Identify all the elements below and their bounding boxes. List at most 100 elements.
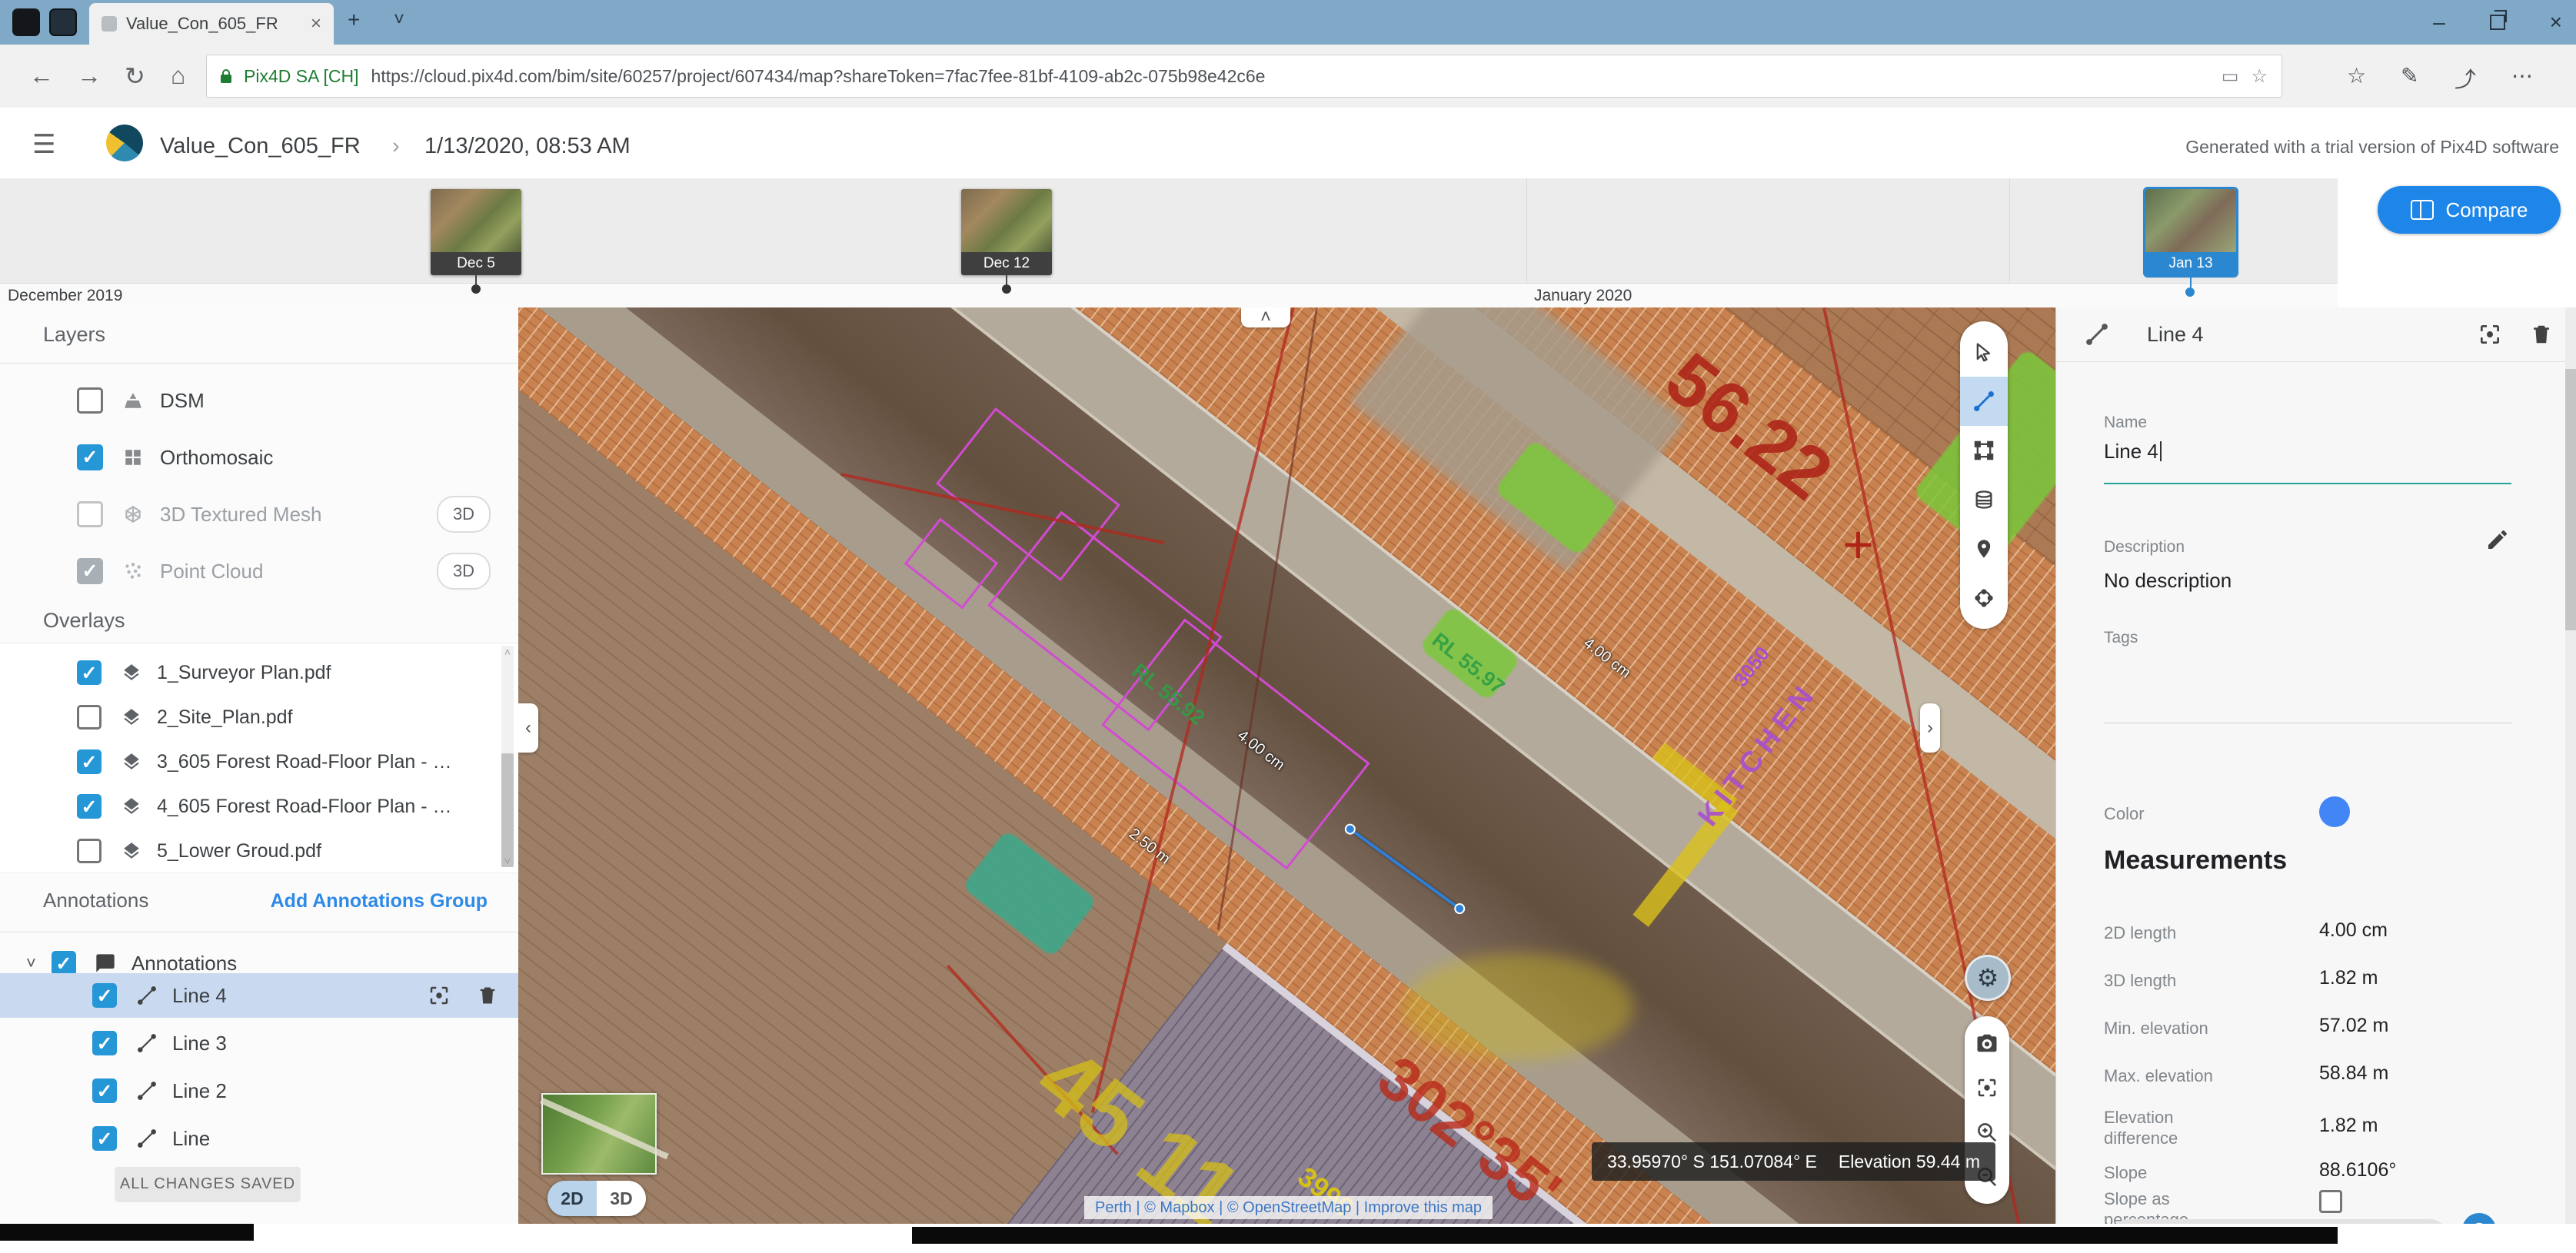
new-tab-button[interactable]: + <box>348 9 360 31</box>
refresh-icon[interactable]: ↻ <box>125 61 145 91</box>
project-breadcrumb[interactable]: Value_Con_605_FR <box>160 134 361 159</box>
edit-pencil-icon[interactable] <box>2485 527 2510 552</box>
url-text[interactable]: https://cloud.pix4d.com/bim/site/60257/p… <box>371 66 2209 87</box>
annotation-checkbox[interactable] <box>92 1126 117 1151</box>
line-tool[interactable] <box>1960 377 2008 426</box>
overlay-row[interactable]: 4_605 Forest Road-Floor Plan - IRAG... <box>0 785 492 828</box>
annotate-pen-icon[interactable]: ✎ <box>2401 63 2418 88</box>
restore-button[interactable] <box>2490 15 2505 30</box>
tab-list-icon[interactable]: ˅ <box>394 11 404 29</box>
trash-icon[interactable] <box>477 985 498 1006</box>
hamburger-menu-icon[interactable]: ☰ <box>32 129 55 160</box>
collapse-sidebar-button[interactable]: ‹ <box>518 703 538 753</box>
collapse-timeline-button[interactable]: ˄ <box>1241 307 1290 327</box>
focus-icon[interactable] <box>428 984 451 1007</box>
volume-tool[interactable] <box>1960 475 2008 524</box>
annotation-row-line3[interactable]: Line 3 <box>0 1021 518 1065</box>
back-icon[interactable]: ← <box>29 61 54 90</box>
name-input[interactable]: Line 4 <box>2104 440 2162 464</box>
overlays-scrollbar-thumb[interactable] <box>501 753 514 867</box>
overlay-row[interactable]: 5_Lower Groud.pdf <box>0 829 492 872</box>
dataset-date-breadcrumb[interactable]: 1/13/2020, 08:53 AM <box>424 134 631 159</box>
annotation-row-line4[interactable]: Line 4 <box>0 973 518 1018</box>
more-menu-icon[interactable]: ⋯ <box>2511 63 2533 88</box>
overlay-checkbox[interactable] <box>77 705 102 730</box>
scroll-down-icon[interactable]: ˅ <box>501 855 514 867</box>
map-settings-button[interactable]: ⚙ <box>1965 955 2011 1001</box>
overlay-row[interactable]: 3_605 Forest Road-Floor Plan - FORE... <box>0 740 492 783</box>
overview-minimap[interactable] <box>541 1093 657 1175</box>
tab-preview-icon[interactable] <box>49 8 77 36</box>
annotation-row-line[interactable]: Line <box>0 1116 518 1161</box>
share-icon[interactable]: ⤴ <box>2455 63 2476 94</box>
layers-stack-icon <box>121 752 141 772</box>
toggle-3d[interactable]: 3D <box>597 1181 646 1216</box>
overlay-row[interactable]: 1_Surveyor Plan.pdf <box>0 651 492 694</box>
add-annotations-group-link[interactable]: Add Annotations Group <box>271 890 488 912</box>
generate-elevation-profile-button[interactable]: Generate elevation profile <box>2110 1219 2448 1224</box>
measurement-value: 58.84 m <box>2319 1062 2388 1085</box>
overlay-checkbox[interactable] <box>77 749 102 774</box>
close-button[interactable]: × <box>2550 10 2562 35</box>
layer-row-dsm[interactable]: DSM <box>0 372 518 429</box>
annotation-checkbox[interactable] <box>92 983 117 1008</box>
name-label: Name <box>2104 414 2147 432</box>
select-tool[interactable] <box>1960 327 2008 377</box>
annotation-checkbox[interactable] <box>92 1079 117 1103</box>
annotation-checkbox[interactable] <box>92 1031 117 1055</box>
help-button[interactable]: ? <box>2462 1213 2496 1224</box>
layer-row-pointcloud[interactable]: Point Cloud 3D <box>0 543 518 600</box>
annotation-row-line2[interactable]: Line 2 <box>0 1069 518 1113</box>
chevron-down-icon[interactable]: ˅ <box>26 953 36 973</box>
color-label: Color <box>2104 804 2145 824</box>
layer-row-mesh[interactable]: 3D Textured Mesh 3D <box>0 486 518 543</box>
reading-view-icon[interactable]: ▭ <box>2222 65 2239 88</box>
color-swatch[interactable] <box>2319 796 2350 827</box>
favorite-star-icon[interactable]: ☆ <box>2251 65 2268 88</box>
snapshot-thumb-jan13[interactable]: Jan 13 <box>2145 189 2236 275</box>
timeline-dot-dec5[interactable] <box>471 284 481 294</box>
collapse-panel-button[interactable]: › <box>1920 703 1940 753</box>
snapshot-thumb-dec12[interactable]: Dec 12 <box>961 189 1052 275</box>
slope-percentage-checkbox[interactable] <box>2319 1190 2342 1213</box>
tab-close-icon[interactable]: × <box>311 15 321 33</box>
scroll-up-icon[interactable]: ˄ <box>501 646 514 658</box>
layer-row-orthomosaic[interactable]: Orthomosaic <box>0 429 518 486</box>
snapshot-thumb-dec5[interactable]: Dec 5 <box>431 189 521 275</box>
panel-scrollbar-thumb[interactable] <box>2565 369 2576 630</box>
focus-icon[interactable] <box>2478 322 2502 347</box>
browser-tab[interactable]: Value_Con_605_FR × <box>89 3 334 45</box>
breadcrumb-separator: › <box>392 134 400 159</box>
compare-button[interactable]: Compare <box>2378 186 2561 234</box>
marker-tool[interactable] <box>1960 524 2008 573</box>
home-icon[interactable]: ⌂ <box>171 61 185 90</box>
minimize-button[interactable]: – <box>2433 10 2445 35</box>
pointcloud-checkbox[interactable] <box>77 558 103 584</box>
timeline-dot-dec12[interactable] <box>1002 284 1011 294</box>
url-field[interactable]: Pix4D SA [CH] https://cloud.pix4d.com/bi… <box>206 55 2282 98</box>
circle-tool[interactable] <box>1960 573 2008 623</box>
overlay-label: 3_605 Forest Road-Floor Plan - FORE... <box>157 751 457 773</box>
dsm-checkbox[interactable] <box>77 387 103 414</box>
mesh-checkbox[interactable] <box>77 501 103 527</box>
overlay-checkbox[interactable] <box>77 794 102 819</box>
site-identity-badge[interactable]: Pix4D SA [CH] <box>244 66 359 87</box>
app-icon[interactable] <box>12 8 40 36</box>
toggle-2d[interactable]: 2D <box>547 1181 597 1216</box>
map-attribution[interactable]: Perth | © Mapbox | © OpenStreetMap | Imp… <box>1084 1196 1493 1219</box>
recenter-button[interactable] <box>1965 1065 2009 1110</box>
overlay-checkbox[interactable] <box>77 839 102 863</box>
group-checkbox[interactable] <box>52 951 76 975</box>
map-viewport[interactable]: 56.22 + RL 55.92 RL 55.97 3050 KITCHEN 4… <box>518 307 2055 1224</box>
polygon-tool[interactable] <box>1960 426 2008 475</box>
timeline-dot-jan13[interactable] <box>2185 287 2195 297</box>
overlay-checkbox[interactable] <box>77 660 102 685</box>
favorites-bar-icon[interactable]: ☆ <box>2347 63 2366 88</box>
trash-icon[interactable] <box>2530 323 2553 346</box>
forward-icon[interactable]: → <box>77 61 102 90</box>
name-input-underline <box>2104 483 2511 484</box>
screenshot-camera-button[interactable] <box>1965 1021 2009 1065</box>
overlay-row[interactable]: 2_Site_Plan.pdf <box>0 696 492 739</box>
orthomosaic-checkbox[interactable] <box>77 444 103 470</box>
secure-lock-icon <box>221 75 231 83</box>
